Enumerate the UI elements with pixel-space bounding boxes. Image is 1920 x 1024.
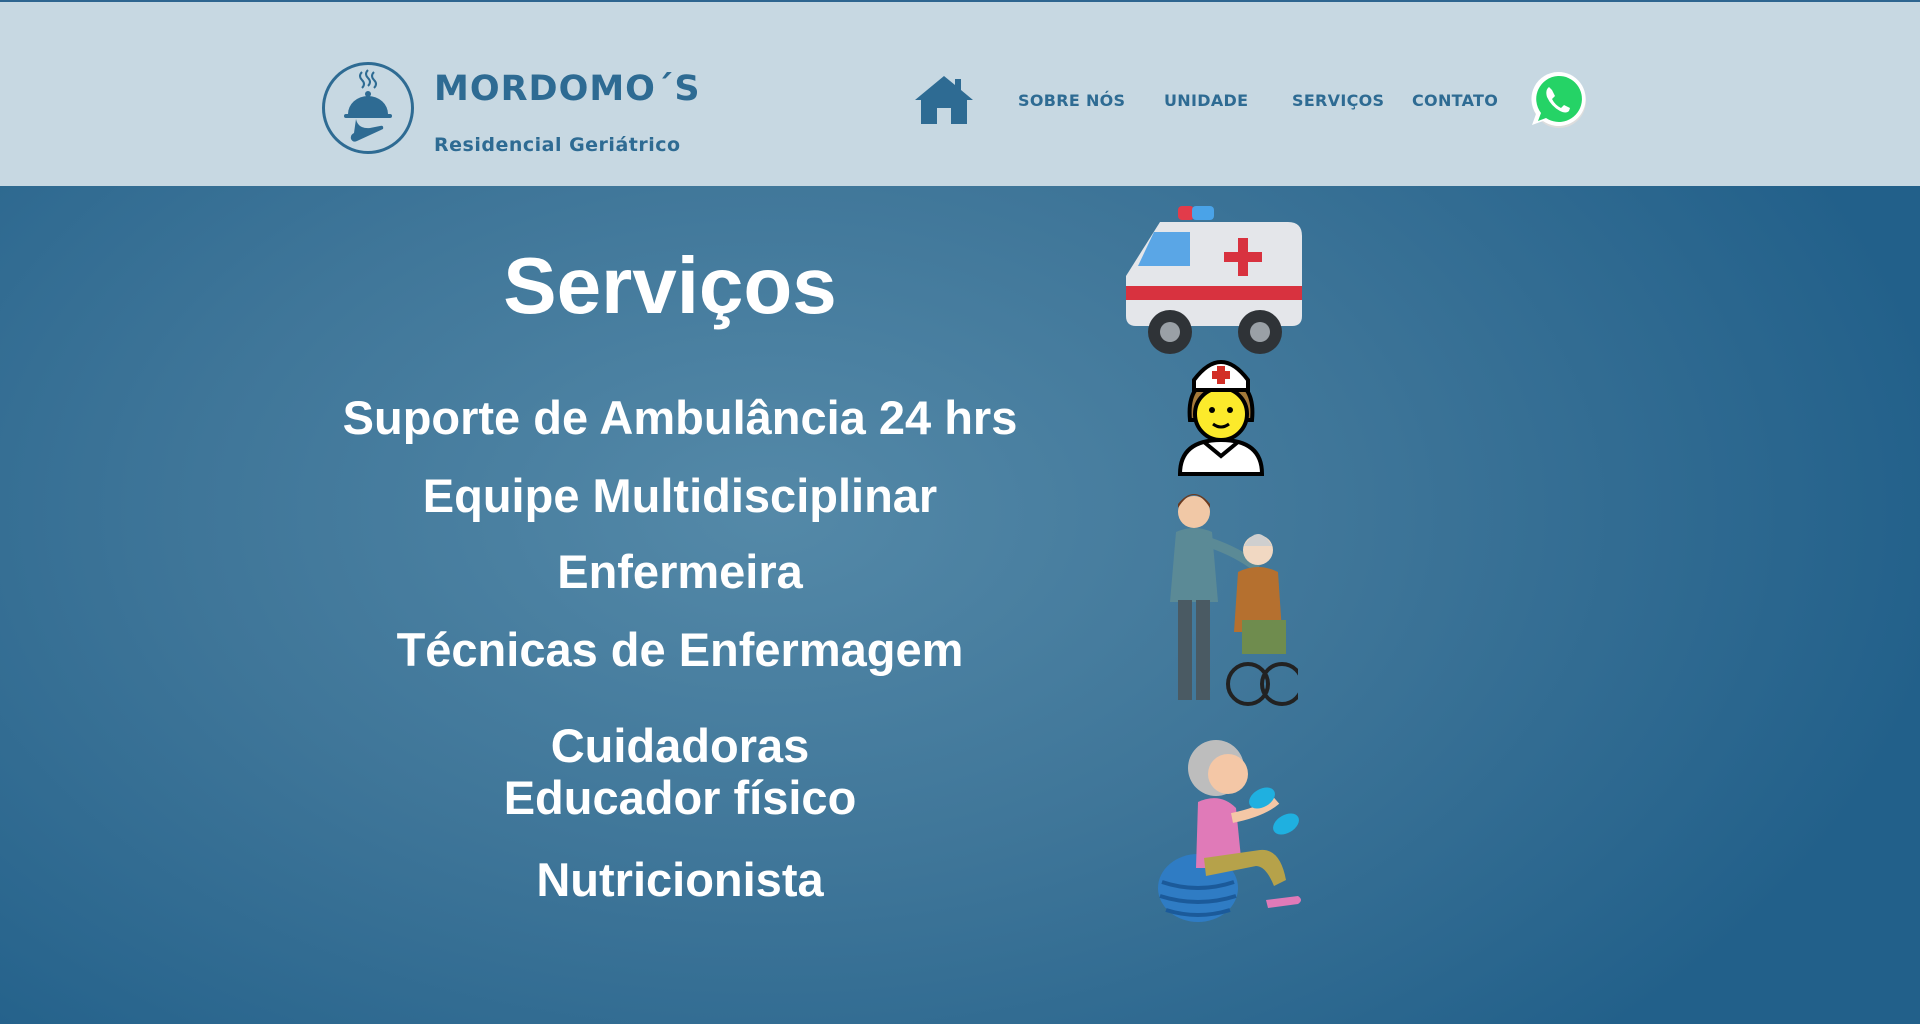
service-nursing-technicians: Técnicas de Enfermagem: [396, 623, 964, 676]
service-caregivers: Cuidadoras: [550, 719, 810, 772]
cloche-on-hand-icon: [344, 69, 392, 142]
site-header: MORDOMO´S Residencial Geriátrico SOBRE N…: [0, 0, 1920, 186]
elderly-exercise-icon: [1158, 740, 1301, 922]
ambulance-icon: [1126, 206, 1302, 354]
nav-contato[interactable]: CONTATO: [1412, 91, 1498, 110]
service-multidisciplinary-team: Equipe Multidisciplinar: [422, 469, 938, 522]
nav-servicos[interactable]: SERVIÇOS: [1292, 91, 1384, 110]
logo-circle: [322, 62, 414, 154]
page-title: Serviços: [503, 241, 837, 330]
nav-sobre-nos[interactable]: SOBRE NÓS: [1018, 91, 1125, 110]
brand-name: MORDOMO´S: [434, 69, 701, 109]
service-nurse: Enfermeira: [557, 545, 803, 598]
nav-unidade[interactable]: UNIDADE: [1164, 91, 1248, 110]
brand-subtitle: Residencial Geriátrico: [434, 134, 681, 156]
service-ambulance: Suporte de Ambulância 24 hrs: [342, 391, 1018, 444]
nurse-icon: [1177, 360, 1265, 476]
home-icon[interactable]: [913, 74, 975, 126]
caregiver-with-elderly-icon: [1170, 494, 1298, 706]
service-physical-educator: Educador físico: [503, 771, 857, 824]
whatsapp-icon[interactable]: [1528, 69, 1588, 129]
service-nutritionist: Nutricionista: [536, 853, 824, 906]
